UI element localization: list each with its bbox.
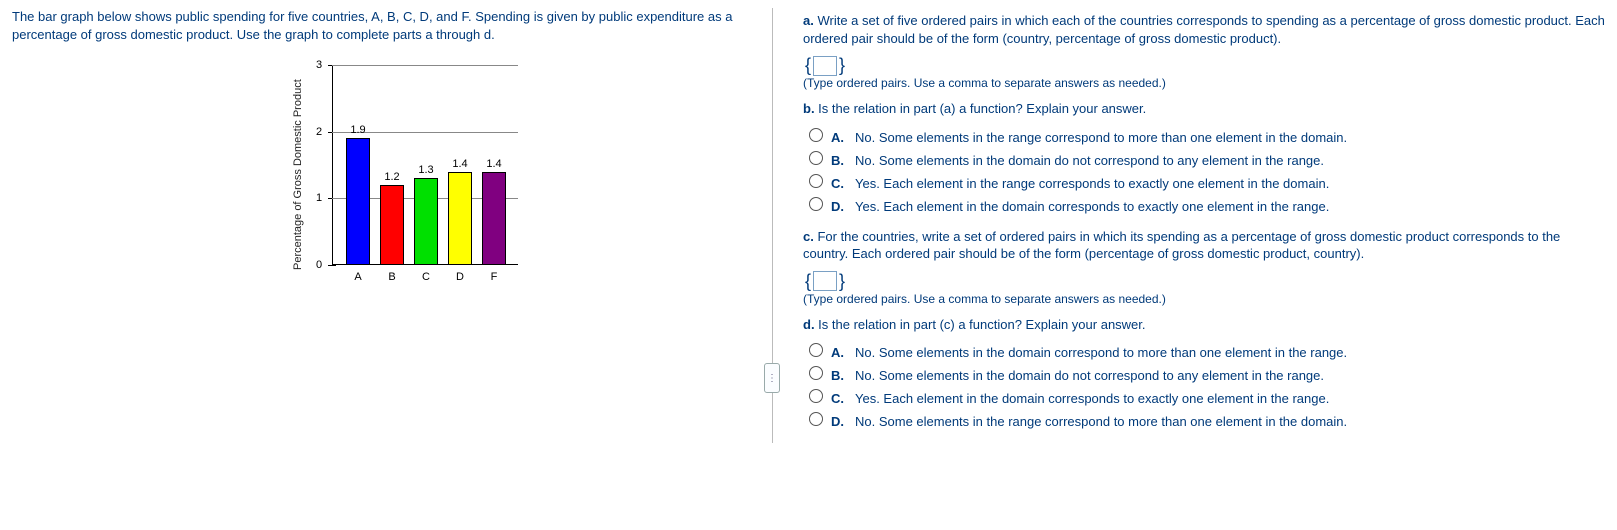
option-d-C[interactable]: C. Yes. Each element in the domain corres… xyxy=(809,387,1605,406)
brace-right-c: } xyxy=(839,271,845,292)
x-category-label: A xyxy=(354,271,361,283)
y-axis-label: Percentage of Gross Domestic Product xyxy=(292,65,304,285)
option-text: No. Some elements in the domain do not c… xyxy=(855,153,1324,168)
option-letter: A. xyxy=(831,130,849,145)
bar-B xyxy=(380,185,404,265)
brace-left-a: { xyxy=(805,55,811,76)
option-letter: A. xyxy=(831,345,849,360)
option-letter: B. xyxy=(831,368,849,383)
question-b: b. Is the relation in part (a) a functio… xyxy=(803,100,1605,118)
answer-a-input[interactable] xyxy=(813,56,837,76)
option-text: No. Some elements in the domain do not c… xyxy=(855,368,1324,383)
brace-left-c: { xyxy=(805,271,811,292)
question-a: a. Write a set of five ordered pairs in … xyxy=(803,12,1605,47)
options-b: A. No. Some elements in the range corresp… xyxy=(809,126,1605,214)
option-b-B[interactable]: B. No. Some elements in the domain do not… xyxy=(809,149,1605,168)
question-d: d. Is the relation in part (c) a functio… xyxy=(803,316,1605,334)
options-d: A. No. Some elements in the domain corres… xyxy=(809,341,1605,429)
x-category-label: B xyxy=(388,271,395,283)
option-text: No. Some elements in the range correspon… xyxy=(855,130,1347,145)
option-letter: D. xyxy=(831,199,849,214)
radio-icon[interactable] xyxy=(809,412,823,426)
question-b-text: Is the relation in part (a) a function? … xyxy=(815,101,1147,116)
question-b-letter: b. xyxy=(803,101,815,116)
radio-icon[interactable] xyxy=(809,128,823,142)
bar-F xyxy=(482,172,506,265)
x-category-label: D xyxy=(456,271,464,283)
option-b-D[interactable]: D. Yes. Each element in the domain corres… xyxy=(809,195,1605,214)
bar-value-label: 1.4 xyxy=(452,158,467,170)
right-pane: ⋮ a. Write a set of five ordered pairs i… xyxy=(772,8,1605,443)
answer-c-input[interactable] xyxy=(813,271,837,291)
question-a-text: Write a set of five ordered pairs in whi… xyxy=(803,13,1605,46)
hint-a: (Type ordered pairs. Use a comma to sepa… xyxy=(803,76,1605,90)
left-pane: The bar graph below shows public spendin… xyxy=(12,8,772,443)
radio-icon[interactable] xyxy=(809,366,823,380)
option-text: No. Some elements in the range correspon… xyxy=(855,414,1347,429)
chart-container: Percentage of Gross Domestic Product 0 1 2… xyxy=(292,65,752,285)
option-letter: D. xyxy=(831,414,849,429)
bar-A xyxy=(346,138,370,265)
brace-right-a: } xyxy=(839,55,845,76)
option-text: Yes. Each element in the range correspon… xyxy=(855,176,1329,191)
question-d-letter: d. xyxy=(803,317,815,332)
question-c-letter: c. xyxy=(803,229,814,244)
radio-icon[interactable] xyxy=(809,174,823,188)
ytick-label: 0 xyxy=(316,259,322,271)
hint-c: (Type ordered pairs. Use a comma to sepa… xyxy=(803,292,1605,306)
radio-icon[interactable] xyxy=(809,343,823,357)
answer-a-row: { } xyxy=(803,55,1605,76)
option-letter: B. xyxy=(831,153,849,168)
ytick-label: 3 xyxy=(316,59,322,71)
pane-expander-icon[interactable]: ⋮ xyxy=(764,363,780,393)
radio-icon[interactable] xyxy=(809,389,823,403)
radio-icon[interactable] xyxy=(809,197,823,211)
option-text: Yes. Each element in the domain correspo… xyxy=(855,199,1329,214)
x-category-label: F xyxy=(491,271,498,283)
question-c-text: For the countries, write a set of ordere… xyxy=(803,229,1560,262)
option-text: No. Some elements in the domain correspo… xyxy=(855,345,1347,360)
intro-text: The bar graph below shows public spendin… xyxy=(12,8,752,43)
bar-chart: 01231.9A1.2B1.3C1.4D1.4F xyxy=(308,65,528,285)
x-category-label: C xyxy=(422,271,430,283)
option-b-C[interactable]: C. Yes. Each element in the range corresp… xyxy=(809,172,1605,191)
option-b-A[interactable]: A. No. Some elements in the range corresp… xyxy=(809,126,1605,145)
option-letter: C. xyxy=(831,391,849,406)
bar-value-label: 1.9 xyxy=(350,124,365,136)
radio-icon[interactable] xyxy=(809,151,823,165)
bar-C xyxy=(414,178,438,265)
bar-value-label: 1.3 xyxy=(418,164,433,176)
answer-c-row: { } xyxy=(803,271,1605,292)
bar-value-label: 1.2 xyxy=(384,171,399,183)
question-c: c. For the countries, write a set of ord… xyxy=(803,228,1605,263)
question-a-letter: a. xyxy=(803,13,814,28)
question-d-text: Is the relation in part (c) a function? … xyxy=(815,317,1146,332)
option-d-B[interactable]: B. No. Some elements in the domain do not… xyxy=(809,364,1605,383)
ytick-label: 1 xyxy=(316,192,322,204)
option-d-A[interactable]: A. No. Some elements in the domain corres… xyxy=(809,341,1605,360)
option-letter: C. xyxy=(831,176,849,191)
option-d-D[interactable]: D. No. Some elements in the range corresp… xyxy=(809,410,1605,429)
bar-D xyxy=(448,172,472,265)
ytick-label: 2 xyxy=(316,126,322,138)
bar-value-label: 1.4 xyxy=(486,158,501,170)
option-text: Yes. Each element in the domain correspo… xyxy=(855,391,1329,406)
